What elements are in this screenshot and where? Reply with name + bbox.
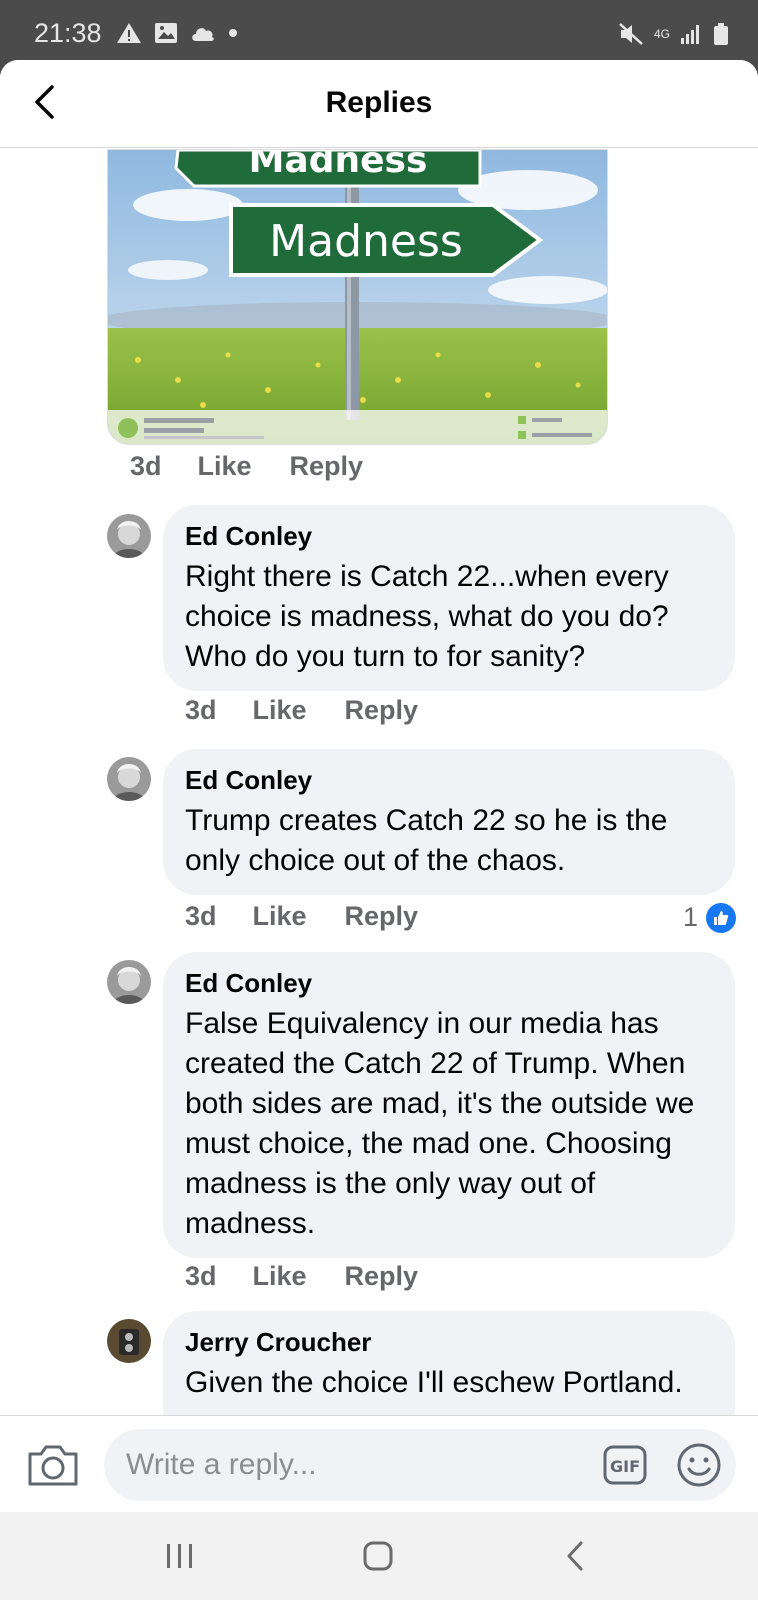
reaction-summary[interactable]: 1 [683,902,736,933]
sign-main-text: Madness [269,216,463,267]
status-bar: 21:38 4G [0,0,758,62]
comment-bubble[interactable]: Ed Conley False Equivalency in our media… [163,952,735,1258]
image-icon [155,23,177,43]
avatar-ed-conley [107,960,151,1004]
comment-actions: 3d Like Reply [185,695,418,726]
like-button[interactable]: Like [253,695,307,726]
comment-bubble[interactable]: Jerry Croucher Given the choice I'll esc… [163,1311,735,1415]
replies-sheet: Replies Madness Madness 3d Like Reply Ed… [0,60,758,1512]
attachment-actions: 3d Like Reply [130,451,363,482]
comment-image-attachment[interactable]: Madness Madness [107,149,608,445]
like-button[interactable]: Like [253,901,307,932]
recent-apps-icon [167,1544,192,1568]
comment-text: False Equivalency in our media has creat… [185,1007,703,1240]
avatar[interactable] [107,960,151,1004]
avatar-jerry-croucher [107,1319,151,1363]
header: Replies [0,60,758,148]
reply-field: GIF [104,1429,736,1501]
sign-top-text: Madness [249,150,428,181]
avatar[interactable] [107,757,151,801]
comment-author[interactable]: Ed Conley [185,968,713,998]
comment-text: Trump creates Catch 22 so he is the only… [185,804,676,877]
comment-author[interactable]: Ed Conley [185,765,713,795]
like-button[interactable]: Like [198,451,252,482]
cloud-icon [192,28,214,41]
dot-icon [229,29,237,37]
like-reaction-icon [706,902,736,933]
avatar-ed-conley [107,514,151,558]
replies-list[interactable]: Madness Madness 3d Like Reply Ed Conley … [0,149,758,1415]
recent-apps-button[interactable] [155,1534,205,1578]
network-4g-icon: 4G [653,27,670,41]
like-button[interactable]: Like [253,1261,307,1292]
page-title: Replies [325,86,433,119]
comment-bubble[interactable]: Ed Conley Right there is Catch 22...when… [163,505,735,691]
comment-time[interactable]: 3d [185,1261,217,1292]
comment-text: Given the choice I'll eschew Portland. [185,1366,683,1399]
home-icon [363,1541,393,1571]
back-icon [567,1541,583,1571]
comment-time[interactable]: 3d [130,451,162,482]
camera-icon [28,1445,78,1486]
comment-time[interactable]: 3d [185,901,217,932]
system-nav-bar [0,1512,758,1600]
reaction-count: 1 [682,902,698,932]
comment-author[interactable]: Jerry Croucher [185,1327,713,1357]
reply-button[interactable]: Reply [345,1261,419,1292]
battery-icon [714,23,728,45]
comment-actions: 3d Like Reply [185,901,418,932]
comment-author[interactable]: Ed Conley [185,521,713,551]
comment-text: Right there is Catch 22...when every cho… [185,560,677,673]
camera-button[interactable] [26,1442,80,1488]
gif-button[interactable]: GIF [602,1444,648,1486]
madness-signpost-image: Madness Madness [108,150,607,444]
mute-icon [619,23,643,45]
avatar[interactable] [107,1319,151,1363]
status-time: 21:38 [34,18,102,48]
status-icons-left [116,22,238,44]
avatar-ed-conley [107,757,151,801]
comment-bubble[interactable]: Ed Conley Trump creates Catch 22 so he i… [163,749,735,895]
home-button[interactable] [353,1534,403,1578]
smiley-icon [677,1443,721,1487]
avatar[interactable] [107,514,151,558]
signal-icon [681,25,699,44]
gif-label: GIF [610,1457,640,1476]
reply-button[interactable]: Reply [345,901,419,932]
comment-time[interactable]: 3d [185,695,217,726]
back-nav-button[interactable] [550,1534,600,1578]
emoji-button[interactable] [676,1442,722,1488]
reply-button[interactable]: Reply [345,695,419,726]
comment-actions: 3d Like Reply [185,1261,418,1292]
warning-icon [117,23,141,43]
status-icons-right: 4G [618,22,730,46]
reply-button[interactable]: Reply [290,451,364,482]
reply-composer: GIF [0,1415,758,1512]
reply-input[interactable] [126,1429,566,1501]
